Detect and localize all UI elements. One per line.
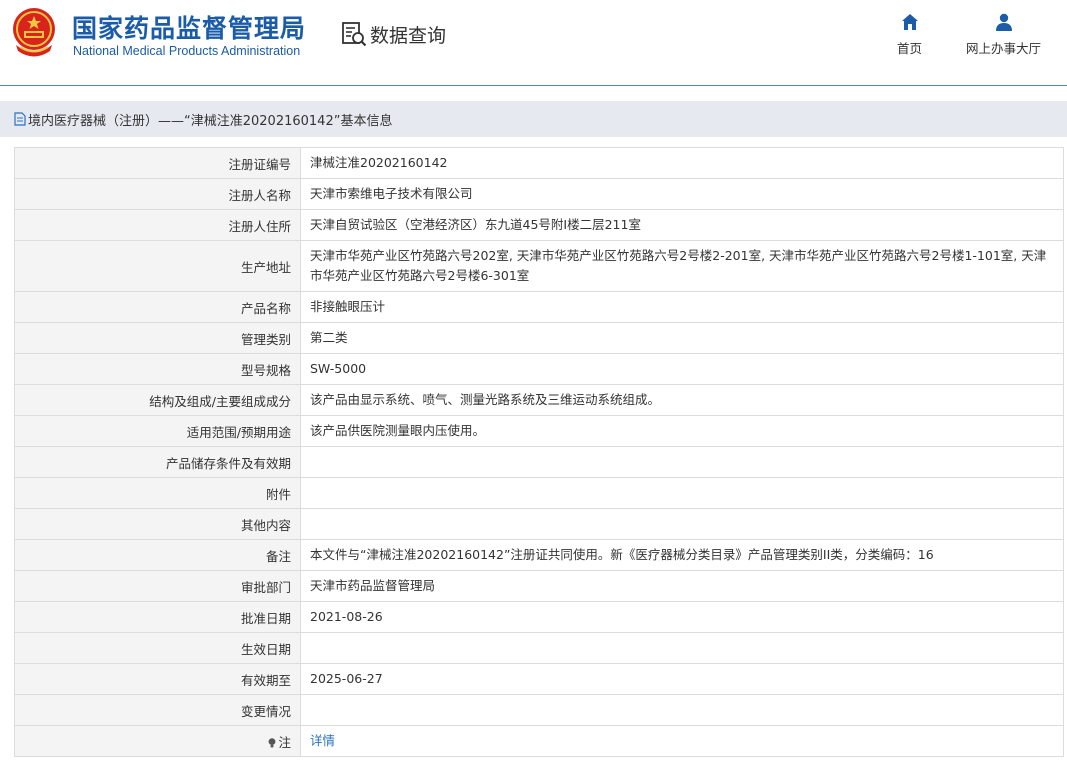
- national-emblem-icon: [13, 8, 55, 57]
- row-value: 天津自贸试验区（空港经济区）东九道45号附I楼二层211室: [300, 209, 1064, 241]
- table-row: 附件: [14, 477, 1064, 509]
- data-query-icon: [342, 22, 367, 47]
- row-label: 变更情况: [14, 694, 301, 726]
- table-row: 产品名称 非接触眼压计: [14, 291, 1064, 323]
- note-label-cell: 注: [14, 725, 301, 757]
- lightbulb-icon: [269, 737, 276, 747]
- row-value: [300, 508, 1064, 540]
- table-row: 适用范围/预期用途 该产品供医院测量眼内压使用。: [14, 415, 1064, 447]
- table-row: 产品储存条件及有效期: [14, 446, 1064, 478]
- table-row: 审批部门 天津市药品监督管理局: [14, 570, 1064, 602]
- row-value: 天津市华苑产业区竹苑路六号202室, 天津市华苑产业区竹苑路六号2号楼2-201…: [300, 240, 1064, 292]
- row-label: 审批部门: [14, 570, 301, 602]
- note-value-cell: 详情: [300, 725, 1064, 757]
- row-label: 注册人住所: [14, 209, 301, 241]
- site-header: 国家药品监督管理局 National Medical Products Admi…: [0, 0, 1067, 86]
- row-label: 管理类别: [14, 322, 301, 354]
- row-value: 本文件与“津械注准20202160142”注册证共同使用。新《医疗器械分类目录》…: [300, 539, 1064, 571]
- table-row: 变更情况: [14, 694, 1064, 726]
- table-row-note: 注 详情: [14, 725, 1064, 757]
- table-row: 注册人住所 天津自贸试验区（空港经济区）东九道45号附I楼二层211室: [14, 209, 1064, 241]
- row-value: 2021-08-26: [300, 601, 1064, 633]
- brand-title-en: National Medical Products Administration: [73, 44, 301, 58]
- registration-info-table: 注册证编号 津械注准20202160142 注册人名称 天津市索维电子技术有限公司 …: [14, 147, 1064, 757]
- table-row: 生效日期: [14, 632, 1064, 664]
- note-label: 注: [278, 734, 291, 750]
- row-label: 生产地址: [14, 240, 301, 292]
- row-label: 适用范围/预期用途: [14, 415, 301, 447]
- row-value: [300, 477, 1064, 509]
- row-label: 结构及组成/主要组成成分: [14, 384, 301, 416]
- table-row: 结构及组成/主要组成成分 该产品由显示系统、喷气、测量光路系统及三维运动系统组成。: [14, 384, 1064, 416]
- user-icon: [995, 13, 1012, 31]
- table-row: 注册证编号 津械注准20202160142: [14, 147, 1064, 179]
- row-label: 批准日期: [14, 601, 301, 633]
- table-row: 注册人名称 天津市索维电子技术有限公司: [14, 178, 1064, 210]
- row-label: 型号规格: [14, 353, 301, 385]
- row-label: 备注: [14, 539, 301, 571]
- table-row: 有效期至 2025-06-27: [14, 663, 1064, 695]
- table-row: 备注 本文件与“津械注准20202160142”注册证共同使用。新《医疗器械分类目…: [14, 539, 1064, 571]
- row-value: 天津市索维电子技术有限公司: [300, 178, 1064, 210]
- row-label: 注册证编号: [14, 147, 301, 179]
- table-row: 批准日期 2021-08-26: [14, 601, 1064, 633]
- table-row: 型号规格 SW-5000: [14, 353, 1064, 385]
- row-value: [300, 446, 1064, 478]
- page-title: 境内医疗器械（注册）——“津械注准20202160142”基本信息: [28, 113, 393, 129]
- row-value: 该产品供医院测量眼内压使用。: [300, 415, 1064, 447]
- row-label: 注册人名称: [14, 178, 301, 210]
- data-query-link[interactable]: 数据查询: [340, 20, 446, 48]
- row-value: [300, 632, 1064, 664]
- brand-title-cn: 国家药品监督管理局: [72, 14, 307, 43]
- row-value: SW-5000: [300, 353, 1064, 385]
- nav-online-service-hall-label: 网上办事大厅: [966, 41, 1042, 56]
- row-value: 津械注准20202160142: [300, 147, 1064, 179]
- row-label: 附件: [14, 477, 301, 509]
- row-label: 生效日期: [14, 632, 301, 664]
- details-link[interactable]: 详情: [310, 733, 335, 748]
- table-row: 生产地址 天津市华苑产业区竹苑路六号202室, 天津市华苑产业区竹苑路六号2号楼2…: [14, 240, 1064, 292]
- row-value: 第二类: [300, 322, 1064, 354]
- row-label: 其他内容: [14, 508, 301, 540]
- row-value: 该产品由显示系统、喷气、测量光路系统及三维运动系统组成。: [300, 384, 1064, 416]
- row-label: 产品储存条件及有效期: [14, 446, 301, 478]
- row-value: 非接触眼压计: [300, 291, 1064, 323]
- page-title-bar: 境内医疗器械（注册）——“津械注准20202160142”基本信息: [0, 101, 1067, 137]
- nav-home-label: 首页: [897, 41, 923, 56]
- row-value: 2025-06-27: [300, 663, 1064, 695]
- document-icon: [14, 112, 26, 126]
- table-row: 其他内容: [14, 508, 1064, 540]
- home-icon: [901, 14, 918, 30]
- table-row: 管理类别 第二类: [14, 322, 1064, 354]
- row-label: 有效期至: [14, 663, 301, 695]
- row-label: 产品名称: [14, 291, 301, 323]
- nav-home[interactable]: 首页: [897, 12, 922, 57]
- data-query-label: 数据查询: [370, 24, 447, 47]
- row-value: [300, 694, 1064, 726]
- row-value: 天津市药品监督管理局: [300, 570, 1064, 602]
- nav-online-service-hall[interactable]: 网上办事大厅: [966, 12, 1041, 57]
